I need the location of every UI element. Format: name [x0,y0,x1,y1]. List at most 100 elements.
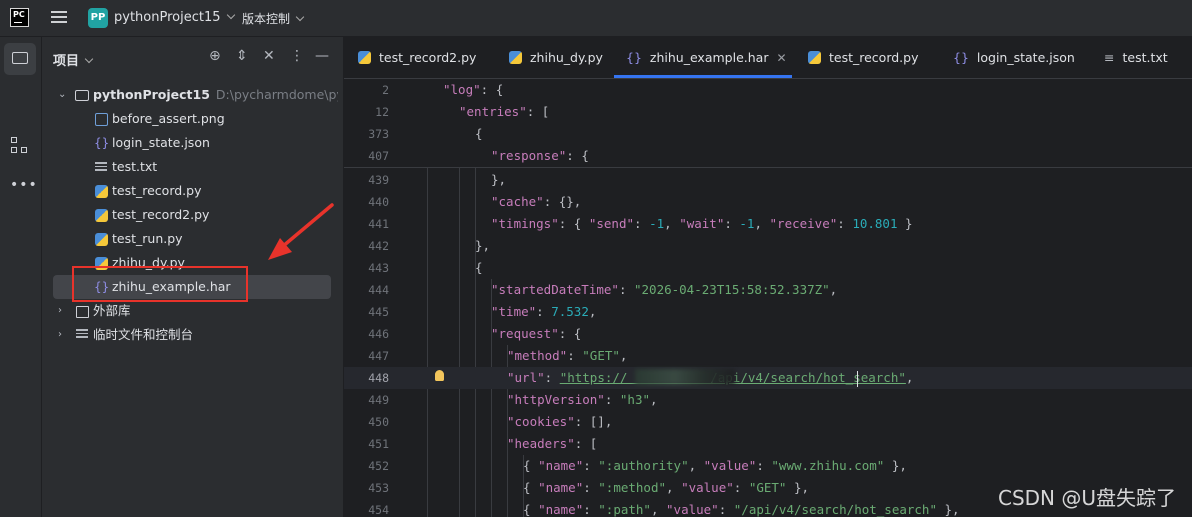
project-name: pythonProject15 [114,10,221,25]
external-libraries-item[interactable]: › 外部库 [42,300,343,322]
code-line: 447 "method": "GET", [344,345,1192,367]
editor-tab[interactable]: test_record2.py [358,37,476,78]
editor-tab[interactable]: test_record.py [808,37,919,78]
chevron-down-icon [226,10,235,20]
line-number: 448 [368,371,389,385]
lightbulb-icon[interactable] [435,370,444,381]
chevron-right-icon[interactable]: › [58,300,62,322]
annotation-arrow-icon [268,203,334,260]
code-editor[interactable]: 2 "log": { 12 "entries": [ 373 { 407 "respon… [344,79,1192,517]
title-bar: PC PP pythonProject15 版本控制 [0,0,1192,37]
vcs-menu[interactable]: 版本控制 [242,10,305,27]
editor-tab[interactable]: zhihu_dy.py [509,37,603,78]
folder-icon [75,90,89,101]
line-number: 441 [368,217,389,231]
line-number: 440 [368,195,389,209]
tab-label: test_record2.py [379,50,477,65]
file-item[interactable]: {} login_state.json [42,132,343,154]
line-number: 452 [368,459,389,473]
project-panel-header[interactable]: 项目 [53,50,94,69]
hide-icon[interactable]: — [315,48,329,64]
line-code: "log": { [443,82,504,97]
file-name: before_assert.png [112,111,225,126]
file-name: test_record2.py [112,207,210,222]
code-line: 446 "request": { [344,323,1192,345]
expand-all-icon[interactable]: ⇕ [236,48,248,64]
line-number: 407 [368,149,389,163]
json-icon: {} [953,50,969,65]
code-line: 441 "timings": { "send": -1, "wait": -1, … [344,213,1192,235]
line-number: 444 [368,283,389,297]
code-line: 449 "httpVersion": "h3", [344,389,1192,411]
tab-label: login_state.json [976,50,1075,65]
active-tab-indicator [614,75,792,78]
line-number: 446 [368,327,389,341]
line-code: "response": { [491,148,589,163]
editor-tab-bar: test_record2.py zhihu_dy.py {} zhihu_exam… [344,37,1192,79]
panel-title: 项目 [53,54,80,69]
code-line: 450 "cookies": [], [344,411,1192,433]
root-folder-name: pythonProject15 [93,87,210,102]
code-line: 451 "headers": [ [344,433,1192,455]
tab-label: zhihu_example.har [649,50,769,65]
watermark: CSDN @U盘失踪了 [998,486,1177,510]
line-number: 450 [368,415,389,429]
sticky-header-lines: 2 "log": { 12 "entries": [ 373 { 407 "respon… [344,79,1192,168]
code-line: 442}, [344,235,1192,257]
root-folder-path: D:\pycharmdome\pythonProject15 [215,87,338,102]
code-line: 2 "log": { [344,79,1192,101]
chevron-down-icon [84,54,94,64]
line-number: 442 [368,239,389,253]
tool-window-stripe: ••• [0,37,42,517]
code-line: 12 "entries": [ [344,101,1192,123]
chevron-down-icon [295,12,305,22]
tree-root[interactable]: ⌄ pythonProject15 D:\pycharmdome\pythonPr… [42,84,343,106]
code-line: 373 { [344,123,1192,145]
collapse-all-icon[interactable]: ✕ [263,48,275,64]
line-number: 445 [368,305,389,319]
line-code: { [475,126,483,141]
project-selector[interactable]: pythonProject15 [114,10,235,25]
chevron-right-icon[interactable]: › [58,324,62,346]
annotation-box [72,266,248,302]
file-item[interactable]: test.txt [42,156,343,178]
code-line: 439}, [344,169,1192,191]
pycharm-logo-icon[interactable]: PC [10,8,29,27]
main-menu-icon[interactable] [51,11,67,24]
locate-icon[interactable]: ⊕ [209,48,221,64]
project-badge[interactable]: PP [88,8,108,28]
line-code: "entries": [ [459,104,550,119]
file-name: test_run.py [112,231,183,246]
file-item[interactable]: before_assert.png [42,108,343,130]
file-item[interactable]: test_record.py [42,180,343,202]
file-name: login_state.json [112,135,210,150]
line-number: 453 [368,481,389,495]
file-name: test.txt [112,159,158,174]
json-icon: {} [94,136,110,150]
line-number: 443 [368,261,389,275]
editor-tab[interactable]: ≡ test.txt [1104,37,1168,78]
code-line: 444 "startedDateTime": "2026-04-23T15:58:… [344,279,1192,301]
editor-tab[interactable]: {} login_state.json [953,37,1075,78]
scratches-item[interactable]: › 临时文件和控制台 [42,324,343,346]
line-number: 439 [368,173,389,187]
redacted-region [635,369,735,385]
python-icon [95,185,108,198]
chevron-down-icon[interactable]: ⌄ [58,84,66,106]
scratches-icon [76,329,88,339]
structure-icon[interactable] [11,137,29,155]
code-line-current: 448 "url": "https:// /api/v4/search/hot_s… [344,367,1192,389]
python-icon [358,51,371,64]
options-icon[interactable]: ⋮ [290,48,304,64]
folder-icon [12,52,28,64]
code-line: 452{ "name": ":authority", "value": "www… [344,455,1192,477]
scratches-label: 临时文件和控制台 [93,327,194,342]
line-number: 12 [375,105,389,119]
code-line: 407 "response": { [344,145,1192,167]
more-tools-icon[interactable]: ••• [10,177,38,193]
json-icon: {} [626,50,642,65]
close-tab-icon[interactable]: ✕ [776,51,786,65]
line-number: 447 [368,349,389,363]
line-number: 449 [368,393,389,407]
editor-tab-active[interactable]: {} zhihu_example.har ✕ [614,37,792,78]
